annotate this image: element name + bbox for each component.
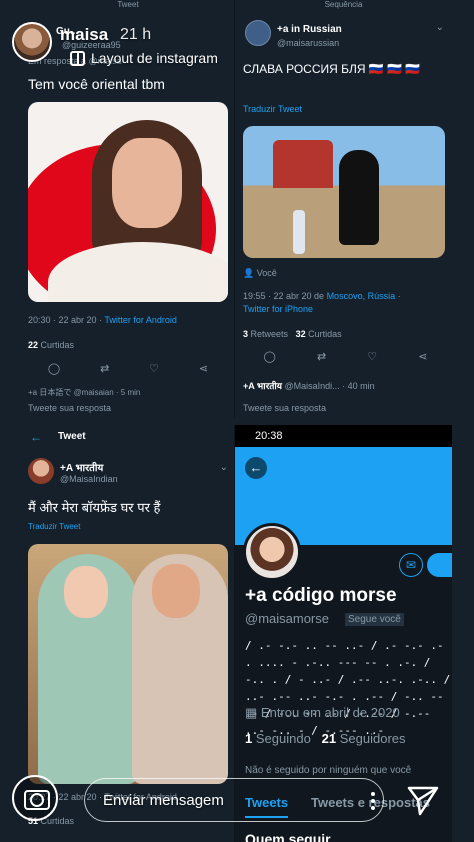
translate-link[interactable]: Traduzir Tweet bbox=[28, 522, 80, 531]
next-tweet-author: +A भारतीय bbox=[243, 381, 282, 391]
avatar[interactable] bbox=[245, 20, 271, 46]
follows-you-badge: Segue você bbox=[345, 613, 404, 626]
following-number: 1 bbox=[245, 731, 253, 746]
not-followed-note: Não é seguido por ninguém que você bbox=[245, 765, 412, 776]
send-message-input[interactable]: Enviar mensagem bbox=[84, 778, 384, 822]
photo-person bbox=[339, 150, 379, 245]
send-icon[interactable] bbox=[406, 783, 440, 817]
back-arrow-icon[interactable]: ← bbox=[245, 457, 267, 479]
layout-attribution[interactable]: Layout de instagram bbox=[70, 50, 218, 66]
tweet-timestamp: 20:30 · 22 abr 20 · bbox=[28, 315, 105, 325]
avatar[interactable] bbox=[28, 458, 54, 484]
likes-label: Curtidas bbox=[40, 340, 75, 350]
joined-date: ▦ Entrou em abril de 2020 bbox=[245, 705, 400, 721]
followers-label: Seguidores bbox=[339, 731, 406, 746]
followers-link[interactable]: 21 Seguidores bbox=[322, 731, 406, 746]
author-handle[interactable]: @maisarussian bbox=[277, 38, 339, 48]
tweet-panel-russian: Sequência +a in Russian @maisarussian ⌄ … bbox=[234, 0, 452, 418]
panel-header: Tweet bbox=[117, 0, 139, 9]
reply-icon[interactable]: ◯ bbox=[264, 350, 276, 363]
tweet-actions: ◯ ⇄ ♡ ⋖ bbox=[28, 362, 228, 375]
share-icon[interactable]: ⋖ bbox=[199, 362, 208, 375]
photo-groom-face bbox=[152, 564, 200, 618]
joined-label: Entrou em abril de 2020 bbox=[260, 705, 400, 720]
phone-status-bar: 20:38 bbox=[235, 425, 452, 447]
retweets-number: 3 bbox=[243, 329, 249, 339]
likes-number: 32 bbox=[295, 329, 306, 339]
retweets-label[interactable]: Retweets bbox=[251, 329, 289, 339]
profile-avatar[interactable] bbox=[243, 523, 301, 581]
profile-name: +a código morse bbox=[245, 585, 397, 606]
tweet-photo[interactable] bbox=[28, 544, 228, 784]
profile-handle: @maisamorse bbox=[245, 611, 329, 626]
tweet-place-link[interactable]: Moscovo, Rússia bbox=[327, 291, 396, 301]
following-label: Seguindo bbox=[255, 731, 311, 746]
tweet-counts: 3 Retweets 32 Curtidas bbox=[243, 329, 342, 339]
share-icon[interactable]: ⋖ bbox=[418, 350, 427, 363]
reply-input[interactable]: Tweete sua resposta bbox=[243, 403, 326, 413]
retweet-icon[interactable]: ⇄ bbox=[317, 350, 326, 363]
who-to-follow-heading: Quem seguir bbox=[245, 831, 331, 842]
camera-icon[interactable] bbox=[12, 775, 58, 821]
tweet-photo[interactable] bbox=[28, 102, 228, 302]
message-placeholder: Enviar mensagem bbox=[103, 792, 224, 809]
status-time: 20:38 bbox=[255, 430, 283, 442]
photo-church bbox=[273, 140, 333, 188]
retweet-icon[interactable]: ⇄ bbox=[100, 362, 109, 375]
photo-face bbox=[112, 138, 182, 228]
panel-title: Tweet bbox=[58, 431, 86, 442]
tweet-source-link[interactable]: Twitter for Android bbox=[104, 315, 177, 325]
person-icon: 👤 bbox=[243, 268, 255, 278]
next-tweet-preview[interactable]: +A भारतीय @MaisaIndi... · 40 min bbox=[243, 379, 375, 392]
author-name[interactable]: +a in Russian bbox=[277, 24, 342, 35]
location-label: Você bbox=[256, 268, 277, 278]
tweet-timestamp: 19:55 · 22 abr 20 de bbox=[243, 291, 327, 301]
tweet-text: मैं और मेरा बॉयफ्रेंड घर पर हैं bbox=[28, 500, 161, 515]
layout-icon bbox=[70, 50, 85, 66]
location-row: 👤 Você bbox=[243, 268, 277, 279]
profile-bio: / .- -.- .. -- ..- / .- -.- .- . .... - … bbox=[245, 639, 451, 737]
likes-count[interactable]: 22 Curtidas bbox=[28, 340, 74, 350]
likes-label[interactable]: Curtidas bbox=[308, 329, 342, 339]
following-link[interactable]: 1 Seguindo bbox=[245, 731, 311, 746]
tweet-source-link[interactable]: Twitter for iPhone bbox=[243, 304, 313, 314]
story-username[interactable]: maisa bbox=[60, 25, 108, 45]
tweet-photo[interactable] bbox=[243, 126, 445, 258]
message-icon[interactable]: ✉ bbox=[399, 553, 423, 577]
story-avatar[interactable] bbox=[12, 22, 52, 62]
chevron-down-icon[interactable]: ⌄ bbox=[220, 462, 228, 473]
followers-number: 21 bbox=[321, 731, 337, 746]
tweet-text: Tem você oriental tbm bbox=[28, 76, 165, 92]
tweet-text: СЛАВА РОССИЯ БЛЯ 🇷🇺 🇷🇺 🇷🇺 bbox=[243, 62, 421, 76]
likes-number: 22 bbox=[28, 340, 39, 350]
tweet-actions: ◯ ⇄ ♡ ⋖ bbox=[243, 350, 448, 363]
chevron-down-icon[interactable]: ⌄ bbox=[436, 22, 444, 33]
next-tweet-preview[interactable]: +a 日本語で @maisaian · 5 min bbox=[28, 387, 140, 398]
tweet-meta: 20:30 · 22 abr 20 · Twitter for Android bbox=[28, 315, 177, 325]
next-tweet-meta: @MaisaIndi... · 40 min bbox=[284, 381, 375, 391]
like-icon[interactable]: ♡ bbox=[367, 350, 377, 363]
photo-bride-face bbox=[64, 566, 108, 618]
reply-icon[interactable]: ◯ bbox=[48, 362, 60, 375]
translate-link[interactable]: Traduzir Tweet bbox=[243, 104, 302, 114]
follow-button[interactable] bbox=[427, 553, 452, 577]
more-options-icon[interactable] bbox=[371, 785, 375, 817]
back-arrow-icon[interactable]: ← bbox=[30, 430, 42, 444]
like-icon[interactable]: ♡ bbox=[149, 362, 159, 375]
panel-header: Sequência bbox=[324, 0, 363, 9]
follow-counts: 1 Seguindo 21 Seguidores bbox=[245, 731, 406, 746]
reply-input[interactable]: Tweete sua resposta bbox=[28, 403, 111, 413]
calendar-icon: ▦ bbox=[245, 705, 258, 720]
story-time: 21 h bbox=[120, 26, 152, 43]
photo-bottle bbox=[293, 210, 305, 254]
layout-label: Layout de instagram bbox=[91, 50, 218, 66]
author-name[interactable]: +A भारतीय bbox=[60, 460, 103, 474]
tweet-meta: 19:55 · 22 abr 20 de Moscovo, Rússia · T… bbox=[243, 291, 401, 314]
author-handle[interactable]: @MaisaIndian bbox=[60, 474, 118, 484]
